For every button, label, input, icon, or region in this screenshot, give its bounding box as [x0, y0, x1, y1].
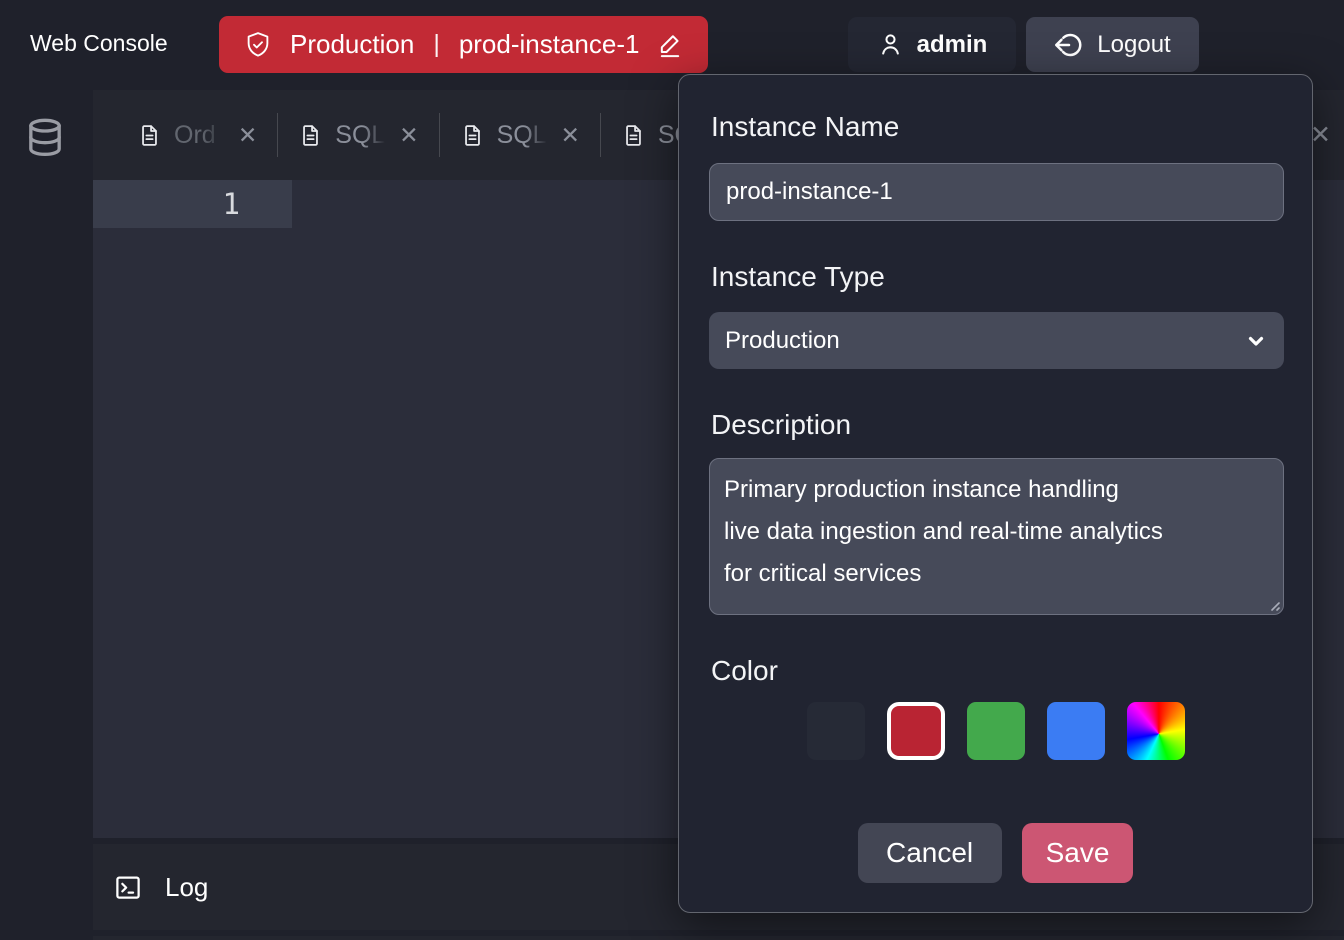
- app-title: Web Console: [30, 30, 168, 57]
- chevron-down-icon: [1244, 329, 1268, 353]
- tab-label: SQL: [497, 121, 547, 150]
- color-field-label: Color: [711, 655, 778, 687]
- line-number: 1: [223, 187, 240, 221]
- tab-separator: [277, 113, 278, 157]
- tab-separator: [439, 113, 440, 157]
- user-menu[interactable]: admin: [848, 17, 1016, 72]
- tab-sql-2[interactable]: SQL ✕: [446, 121, 594, 150]
- dialog-button-row: Cancel Save: [679, 823, 1312, 883]
- tab-label: Ord: [174, 121, 224, 150]
- tab-close-icon[interactable]: ✕: [399, 124, 418, 147]
- file-icon: [298, 123, 323, 148]
- tab-ord[interactable]: Ord ✕: [123, 121, 271, 150]
- terminal-icon: [113, 872, 143, 902]
- tab-close-icon[interactable]: ✕: [561, 124, 580, 147]
- save-button[interactable]: Save: [1022, 823, 1134, 883]
- web-console-screen: Web Console Production | prod-instance-1…: [0, 0, 1344, 940]
- instance-settings-dialog: Instance Name Instance Type Production D…: [678, 74, 1313, 913]
- edit-icon[interactable]: [656, 31, 684, 59]
- tab-label: SQL: [335, 121, 385, 150]
- tab-close-icon[interactable]: ✕: [238, 124, 257, 147]
- instance-badge[interactable]: Production | prod-instance-1: [219, 16, 708, 73]
- tab-close-icon[interactable]: ✕: [1310, 120, 1331, 150]
- database-icon[interactable]: [25, 116, 65, 162]
- user-icon: [877, 31, 904, 58]
- color-swatch-default[interactable]: [807, 702, 865, 760]
- color-swatch-red-selected[interactable]: [887, 702, 945, 760]
- instance-name-label: prod-instance-1: [459, 29, 640, 60]
- cancel-button[interactable]: Cancel: [858, 823, 1002, 883]
- instance-type-field-label: Instance Type: [711, 261, 885, 293]
- color-swatch-blue[interactable]: [1047, 702, 1105, 760]
- file-icon: [621, 123, 646, 148]
- color-swatch-rainbow[interactable]: [1127, 702, 1185, 760]
- editor-gutter-active-line: 1: [93, 180, 292, 228]
- log-panel-label: Log: [165, 872, 208, 903]
- logout-icon: [1054, 30, 1084, 60]
- logout-button[interactable]: Logout: [1026, 17, 1199, 72]
- color-swatch-green[interactable]: [967, 702, 1025, 760]
- instance-type-label: Production: [290, 29, 414, 60]
- user-name: admin: [917, 31, 988, 59]
- logout-label: Logout: [1097, 31, 1170, 59]
- tab-separator: [600, 113, 601, 157]
- bottom-panel-edge: [93, 936, 1344, 940]
- file-icon: [137, 123, 162, 148]
- description-field-label: Description: [711, 409, 851, 441]
- tab-sql-1[interactable]: SQL ✕: [284, 121, 432, 150]
- instance-name-input[interactable]: [709, 163, 1284, 221]
- instance-type-value: Production: [725, 327, 840, 355]
- shield-check-icon: [243, 30, 273, 60]
- badge-separator: |: [433, 30, 440, 59]
- color-swatch-row: [679, 702, 1312, 760]
- instance-type-select[interactable]: Production: [709, 312, 1284, 369]
- file-icon: [460, 123, 485, 148]
- instance-name-field-label: Instance Name: [711, 111, 899, 143]
- description-textarea[interactable]: Primary production instance handling liv…: [709, 458, 1284, 615]
